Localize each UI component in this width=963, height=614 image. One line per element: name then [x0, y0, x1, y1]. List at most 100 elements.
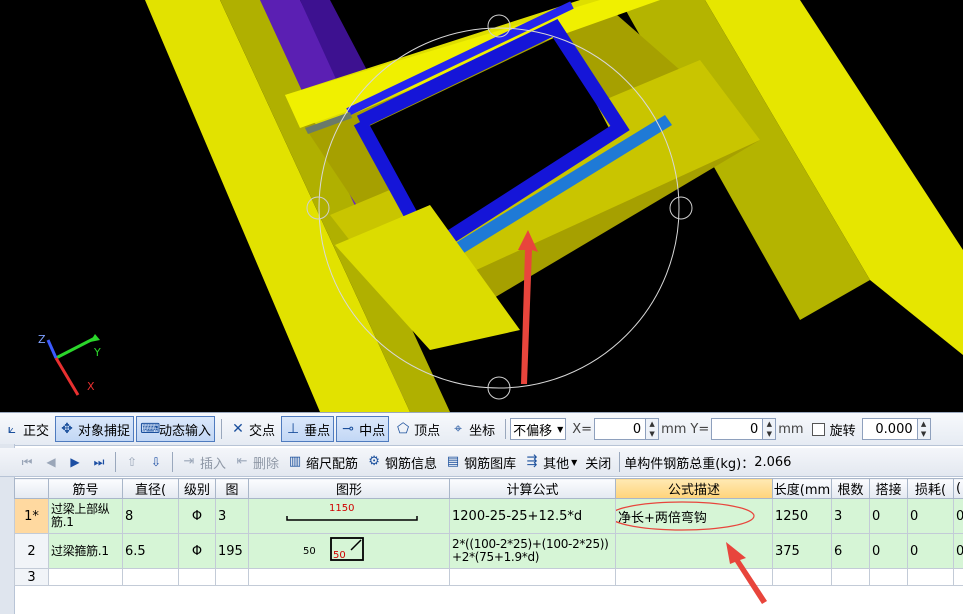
col-header-grade[interactable]: 级别 [178, 478, 216, 499]
rotate-stepper-buttons[interactable]: ▲ ▼ [917, 418, 931, 440]
scale-rebar-button[interactable]: ▥ 缩尺配筋 [287, 453, 358, 472]
red-ellipse [616, 501, 755, 531]
row-number[interactable]: 3 [14, 568, 49, 586]
other-menu-button[interactable]: ⇶ 其他 ▼ [524, 453, 578, 472]
cell-figure[interactable] [215, 568, 249, 586]
cell-figure[interactable]: 3 [215, 498, 249, 534]
rotate-stepper[interactable]: 0.000 ▲ ▼ [861, 418, 931, 440]
cell-grade[interactable]: Φ [178, 533, 216, 569]
rebar-library-label: 钢筋图库 [464, 456, 517, 472]
cell-grade[interactable] [178, 568, 216, 586]
cell-lap[interactable]: 0 [869, 498, 908, 534]
cell-formula[interactable]: 2*((100-2*25)+(100-2*25))+2*(75+1.9*d) [449, 533, 616, 569]
rotate-checkbox[interactable] [811, 422, 825, 436]
col-header-figure[interactable]: 图 [215, 478, 249, 499]
col-header-shape[interactable]: 图形 [248, 478, 450, 499]
cell-shape[interactable] [248, 568, 450, 586]
cell-shape[interactable]: 50 50 [248, 533, 450, 569]
cell-loss[interactable] [907, 568, 954, 586]
insert-button[interactable]: ⇥ 插入 [181, 453, 226, 472]
cell-formula[interactable]: 1200-25-25+12.5*d [449, 498, 616, 534]
cell-count[interactable]: 6 [831, 533, 870, 569]
stirrup-hook [350, 539, 362, 551]
x-stepper-buttons[interactable]: ▲ ▼ [646, 418, 660, 440]
rotate-input[interactable]: 0.000 [861, 418, 918, 440]
rebar-info-button[interactable]: ⚙ 钢筋信息 [366, 453, 437, 472]
last-record-icon[interactable]: ⏭ [90, 455, 108, 470]
table-row[interactable]: 1* 过梁上部纵筋.1 8 Φ 3 1150 1200-25-25+12.5*d… [14, 498, 963, 534]
cell-name[interactable]: 过梁箍筋.1 [48, 533, 123, 569]
cell-lap[interactable] [869, 568, 908, 586]
vertex-button[interactable]: ⬠ 顶点 [391, 416, 444, 442]
y-input[interactable]: 0 [711, 418, 764, 440]
chevron-down-icon: ▼ [571, 457, 578, 467]
close-button[interactable]: 关闭 [585, 453, 611, 472]
ortho-button[interactable]: ⟀ 正交 [0, 416, 53, 442]
cell-diameter[interactable]: 6.5 [122, 533, 179, 569]
col-header-loss[interactable]: 损耗( [907, 478, 954, 499]
vertex-icon: ⬠ [397, 421, 410, 437]
scale-rebar-label: 缩尺配筋 [306, 456, 359, 472]
total-weight-label: 单构件钢筋总重(kg)： [624, 456, 755, 472]
cell-grade[interactable]: Φ [178, 498, 216, 534]
row-number[interactable]: 1* [14, 498, 49, 534]
cell-name[interactable] [48, 568, 123, 586]
cell-figure[interactable]: 195 [215, 533, 249, 569]
cell-shape[interactable]: 1150 [248, 498, 450, 534]
y-stepper[interactable]: 0 ▲ ▼ [711, 418, 777, 440]
col-header-diameter[interactable]: 直径( [122, 478, 179, 499]
cell-description[interactable]: 净长+两倍弯钩 [615, 498, 773, 534]
table-header-row: 筋号 直径( 级别 图 图形 计算公式 公式描述 长度(mm 根数 搭接 损耗(… [14, 478, 963, 499]
cell-diameter[interactable]: 8 [122, 498, 179, 534]
move-up-icon[interactable]: ⇧ [123, 455, 141, 469]
cell-formula[interactable] [449, 568, 616, 586]
cell-count[interactable]: 3 [831, 498, 870, 534]
other-icon: ⇶ [526, 454, 538, 469]
intersection-button[interactable]: ✕ 交点 [226, 416, 279, 442]
x-stepper[interactable]: 0 ▲ ▼ [594, 418, 660, 440]
table-row[interactable]: 3 [14, 568, 963, 586]
snap-handle-right[interactable] [669, 196, 693, 220]
col-header-extra[interactable]: ( [953, 478, 963, 499]
dynamic-input-button[interactable]: ⌨ 动态输入 [136, 416, 216, 442]
cell-count[interactable] [831, 568, 870, 586]
perpendicular-button[interactable]: ⊥ 垂点 [281, 416, 335, 442]
first-record-icon[interactable]: ⏮ [18, 455, 36, 470]
offset-mode-select[interactable]: 不偏移 ▼ [510, 418, 567, 440]
x-input[interactable]: 0 [594, 418, 647, 440]
cell-extra[interactable]: 0 [953, 498, 963, 534]
col-header-count[interactable]: 根数 [831, 478, 870, 499]
rebar-3d-view[interactable]: Z Y X [0, 0, 963, 412]
cell-extra[interactable]: 0 [953, 533, 963, 569]
3d-viewport[interactable]: Z Y X [0, 0, 963, 412]
object-snap-label: 对象捕捉 [78, 423, 131, 439]
midpoint-button[interactable]: ⊸ 中点 [336, 416, 390, 442]
y-label: Y= [690, 421, 710, 437]
col-header-length[interactable]: 长度(mm [772, 478, 832, 499]
cell-loss[interactable]: 0 [907, 498, 954, 534]
col-header-name[interactable]: 筋号 [48, 478, 123, 499]
cell-extra[interactable] [953, 568, 963, 586]
table-row[interactable]: 2 过梁箍筋.1 6.5 Φ 195 50 50 2*((100-2*25)+(… [14, 533, 963, 569]
rebar-library-button[interactable]: ▤ 钢筋图库 [445, 453, 516, 472]
next-record-icon[interactable]: ▶ [66, 455, 84, 469]
move-down-icon[interactable]: ⇩ [147, 455, 165, 469]
col-header-formula[interactable]: 计算公式 [449, 478, 616, 499]
cell-length[interactable]: 1250 [772, 498, 832, 534]
delete-button[interactable]: ⇤ 删除 [234, 453, 279, 472]
cell-loss[interactable]: 0 [907, 533, 954, 569]
row-number[interactable]: 2 [14, 533, 49, 569]
coordinate-button[interactable]: ⌖ 坐标 [446, 416, 499, 442]
cell-name[interactable]: 过梁上部纵筋.1 [48, 498, 123, 534]
cell-length[interactable] [772, 568, 832, 586]
cell-lap[interactable]: 0 [869, 533, 908, 569]
y-stepper-buttons[interactable]: ▲ ▼ [763, 418, 777, 440]
col-header-lap[interactable]: 搭接 [869, 478, 908, 499]
col-header-description[interactable]: 公式描述 [615, 478, 773, 499]
cell-diameter[interactable] [122, 568, 179, 586]
cell-length[interactable]: 375 [772, 533, 832, 569]
offset-mode-value: 不偏移 [513, 423, 553, 439]
z-axis-line [46, 339, 58, 359]
prev-record-icon[interactable]: ◀ [42, 455, 60, 469]
object-snap-button[interactable]: ✥ 对象捕捉 [55, 416, 135, 442]
